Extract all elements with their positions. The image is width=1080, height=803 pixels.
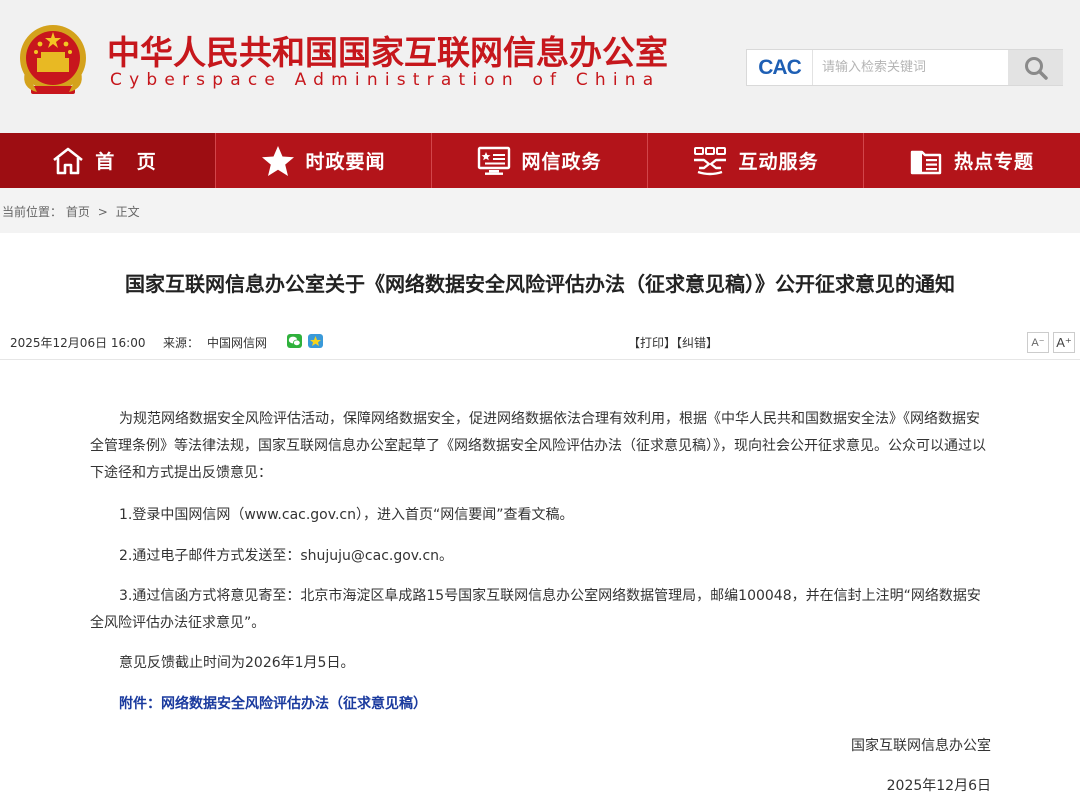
weibo-share-icon[interactable] [308, 334, 323, 348]
print-correct-links: 【打印】【纠错】 [628, 334, 718, 351]
breadcrumb-prefix: 当前位置： [2, 205, 63, 219]
home-icon [53, 147, 83, 174]
correct-link[interactable]: 【纠错】 [676, 336, 718, 350]
breadcrumb-current: 正文 [115, 205, 140, 219]
nav-label-interaction: 互动服务 [738, 151, 819, 173]
search-button[interactable] [1008, 50, 1063, 85]
cac-logo-text: CAC [758, 55, 801, 79]
breadcrumb-separator: > [97, 205, 108, 219]
attachment-link[interactable]: 附件：网络数据安全风险评估办法（征求意见稿） [119, 696, 427, 712]
search-input[interactable] [814, 50, 1007, 85]
handshake-icon [694, 146, 727, 175]
paragraph-item-1: 1.登录中国网信网（www.cac.gov.cn），进入首页“网信要闻”查看文稿… [119, 507, 574, 523]
breadcrumb: 当前位置： 首页 > 正文 [2, 203, 140, 220]
signature-org: 国家互联网信息办公室 [851, 738, 991, 754]
nav-item-topics[interactable]: 热点专题 [864, 133, 1080, 188]
paragraph-deadline: 意见反馈截止时间为2026年1月5日。 [119, 655, 355, 671]
nav-item-home[interactable]: 首 页 [0, 133, 216, 188]
paragraph-intro: 为规范网络数据安全风险评估活动，保障网络数据安全，促进网络数据依法合理有效利用，… [90, 411, 986, 481]
site-title-cn[interactable]: 中华人民共和国国家互联网信息办公室 [107, 26, 668, 74]
nav-label-home: 首 页 [95, 151, 164, 173]
article-title: 国家互联网信息办公室关于《网络数据安全风险评估办法（征求意见稿）》公开征求意见的… [125, 272, 955, 296]
source-name: 中国网信网 [207, 336, 268, 350]
attachment-row: 附件：网络数据安全风险评估办法（征求意见稿） [90, 691, 992, 718]
font-increase-button[interactable]: A⁺ [1053, 332, 1075, 353]
font-decrease-button[interactable]: A⁻ [1027, 332, 1049, 353]
nav-item-news[interactable]: 时政要闻 [216, 133, 432, 188]
signature-date: 2025年12月6日 [886, 778, 991, 794]
site-title-en: Cyberspace Administration of China [110, 70, 661, 90]
paragraph-item-3: 3.通过信函方式将意见寄至：北京市海淀区阜成路15号国家互联网信息办公室网络数据… [90, 588, 981, 631]
nav-label-topics: 热点专题 [953, 151, 1034, 173]
star-icon [262, 145, 295, 176]
main-nav: 首 页 时政要闻 网信政务 互动服务 热点专题 [0, 133, 1080, 188]
search-box: CAC [746, 49, 1063, 86]
nav-label-affairs: 网信政务 [521, 151, 602, 173]
site-header: 中华人民共和国国家互联网信息办公室 Cyberspace Administrat… [0, 0, 1080, 133]
folder-icon [910, 150, 942, 174]
nav-label-news: 时政要闻 [305, 151, 386, 173]
source-label: 来源： [163, 336, 200, 350]
paragraph-item-2: 2.通过电子邮件方式发送至：shujuju@cac.gov.cn。 [119, 548, 454, 564]
search-icon [1024, 56, 1048, 80]
monitor-icon [478, 146, 511, 175]
wechat-share-icon[interactable] [287, 334, 302, 348]
breadcrumb-home-link[interactable]: 首页 [66, 205, 90, 219]
print-link[interactable]: 【打印】 [628, 336, 676, 350]
cac-logo: CAC [747, 50, 813, 85]
national-emblem-icon[interactable] [17, 22, 89, 102]
breadcrumb-bar: 当前位置： 首页 > 正文 [0, 188, 1080, 233]
article-meta: 2025年12月06日 16:00 来源： 中国网信网 【打印】【纠错】 A⁻ … [0, 322, 1080, 360]
nav-item-interaction[interactable]: 互动服务 [648, 133, 864, 188]
publish-date: 2025年12月06日 16:00 [10, 336, 146, 350]
nav-item-affairs[interactable]: 网信政务 [432, 133, 648, 188]
